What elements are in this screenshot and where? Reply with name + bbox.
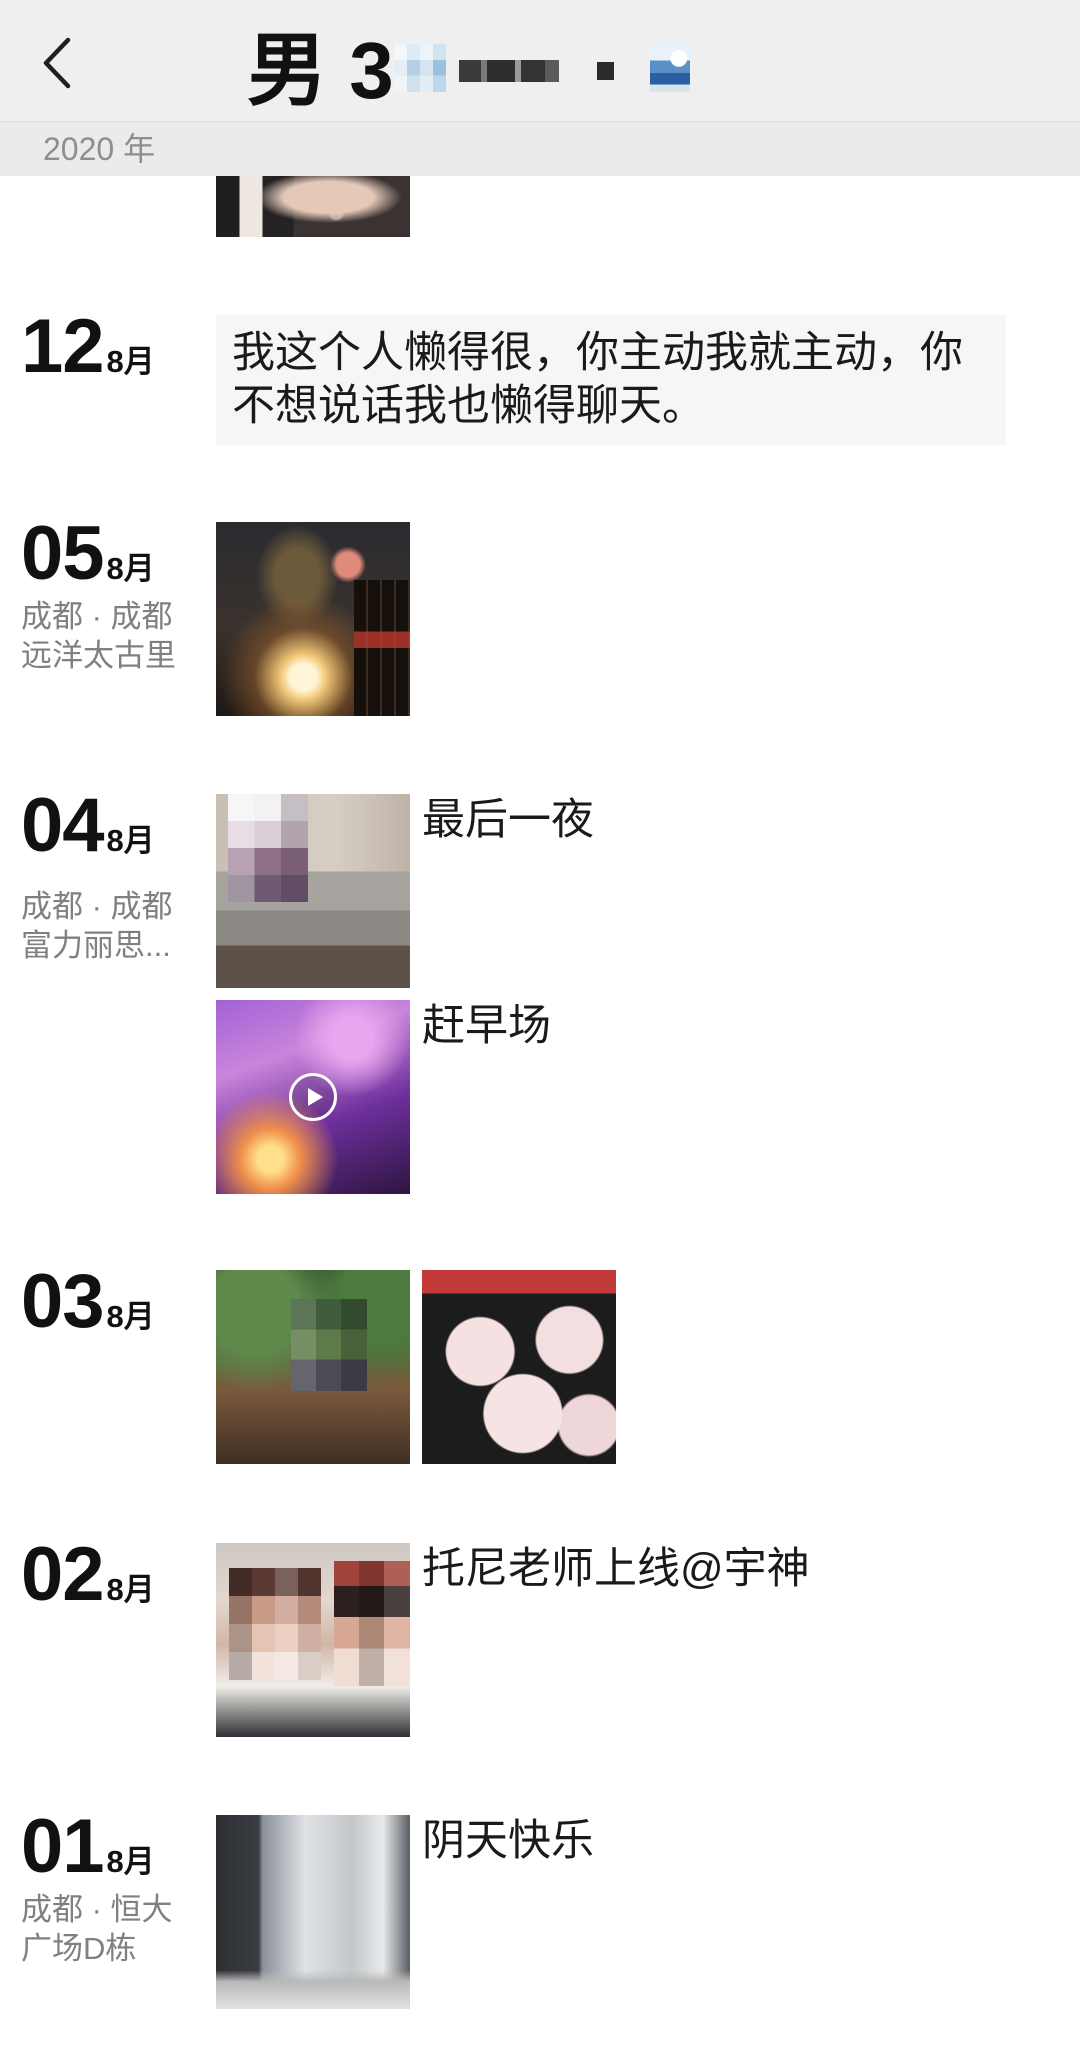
- photo-thumbnail[interactable]: [216, 176, 410, 237]
- entry-date: 128月: [21, 309, 201, 385]
- chevron-left-icon: [43, 37, 71, 89]
- censored-name-mosaic: [597, 62, 614, 80]
- month-label: 8月: [106, 823, 155, 858]
- year-label: 2020 年: [43, 131, 156, 167]
- location-line: 远洋太古里: [21, 638, 176, 673]
- censored-name-mosaic: [459, 60, 559, 82]
- day-number: 02: [21, 1532, 105, 1617]
- month-label: 8月: [106, 1844, 155, 1879]
- face-mosaic: [229, 1568, 321, 1680]
- face-mosaic: [291, 1299, 367, 1391]
- nav-bar: 男 3: [0, 0, 1080, 122]
- post-caption: 最后一夜: [422, 796, 594, 844]
- location-label: 成都 · 成都 远洋太古里: [21, 597, 201, 675]
- location-label: 成都 · 恒大 广场D栋: [21, 1890, 201, 1968]
- photo-detail: [354, 580, 410, 716]
- entry-date: 058月 成都 · 成都 远洋太古里: [21, 516, 201, 675]
- media-post[interactable]: 最后一夜: [216, 794, 594, 988]
- face-mosaic: [228, 794, 308, 902]
- month-label: 8月: [106, 551, 155, 586]
- location-line: 成都 · 恒大: [21, 1892, 173, 1927]
- photo-thumbnail[interactable]: [216, 1270, 410, 1464]
- year-header: 2020 年: [0, 122, 1080, 176]
- media-post[interactable]: [216, 522, 410, 716]
- wave-emoji-icon: [650, 44, 690, 92]
- month-label: 8月: [106, 344, 155, 379]
- photo-thumbnail[interactable]: [422, 1270, 616, 1464]
- photo-thumbnail[interactable]: [216, 1543, 410, 1737]
- location-line: 成都 · 成都: [21, 599, 173, 634]
- month-label: 8月: [106, 1299, 155, 1334]
- photo-thumbnail[interactable]: [216, 1815, 410, 2009]
- video-thumbnail[interactable]: [216, 1000, 410, 1194]
- location-line: 富力丽思...: [21, 928, 171, 963]
- month-label: 8月: [106, 1572, 155, 1607]
- day-number: 01: [21, 1804, 105, 1889]
- media-post[interactable]: [216, 1270, 616, 1464]
- post-caption: 赶早场: [422, 1002, 551, 1050]
- location-line: 成都 · 成都: [21, 889, 173, 924]
- media-post[interactable]: 阴天快乐: [216, 1815, 594, 2009]
- entry-date: 028月: [21, 1537, 201, 1613]
- entry-date: 038月: [21, 1264, 201, 1340]
- photo-thumbnail[interactable]: [216, 794, 410, 988]
- day-number: 03: [21, 1259, 105, 1344]
- post-caption: 阴天快乐: [422, 1817, 594, 1865]
- day-number: 12: [21, 304, 105, 389]
- back-button[interactable]: [34, 36, 84, 90]
- play-icon[interactable]: [289, 1073, 337, 1121]
- media-post[interactable]: 托尼老师上线@宇神: [216, 1543, 810, 1737]
- location-label: 成都 · 成都 富力丽思...: [21, 887, 201, 965]
- censored-emoji-mosaic: [394, 44, 446, 92]
- day-number: 05: [21, 511, 105, 596]
- media-post[interactable]: 赶早场: [216, 1000, 594, 1194]
- page-title: 男 3: [247, 26, 394, 115]
- day-number: 04: [21, 783, 105, 868]
- face-mosaic: [334, 1561, 410, 1686]
- photo-thumbnail[interactable]: [216, 522, 410, 716]
- entry-date: 018月 成都 · 恒大 广场D栋: [21, 1809, 201, 1968]
- text-post[interactable]: 我这个人懒得很，你主动我就主动，你不想说话我也懒得聊天。: [216, 315, 1006, 445]
- post-caption: 托尼老师上线@宇神: [422, 1545, 810, 1593]
- location-line: 广场D栋: [21, 1931, 137, 1966]
- entry-date: 048月 成都 · 成都 富力丽思...: [21, 788, 201, 965]
